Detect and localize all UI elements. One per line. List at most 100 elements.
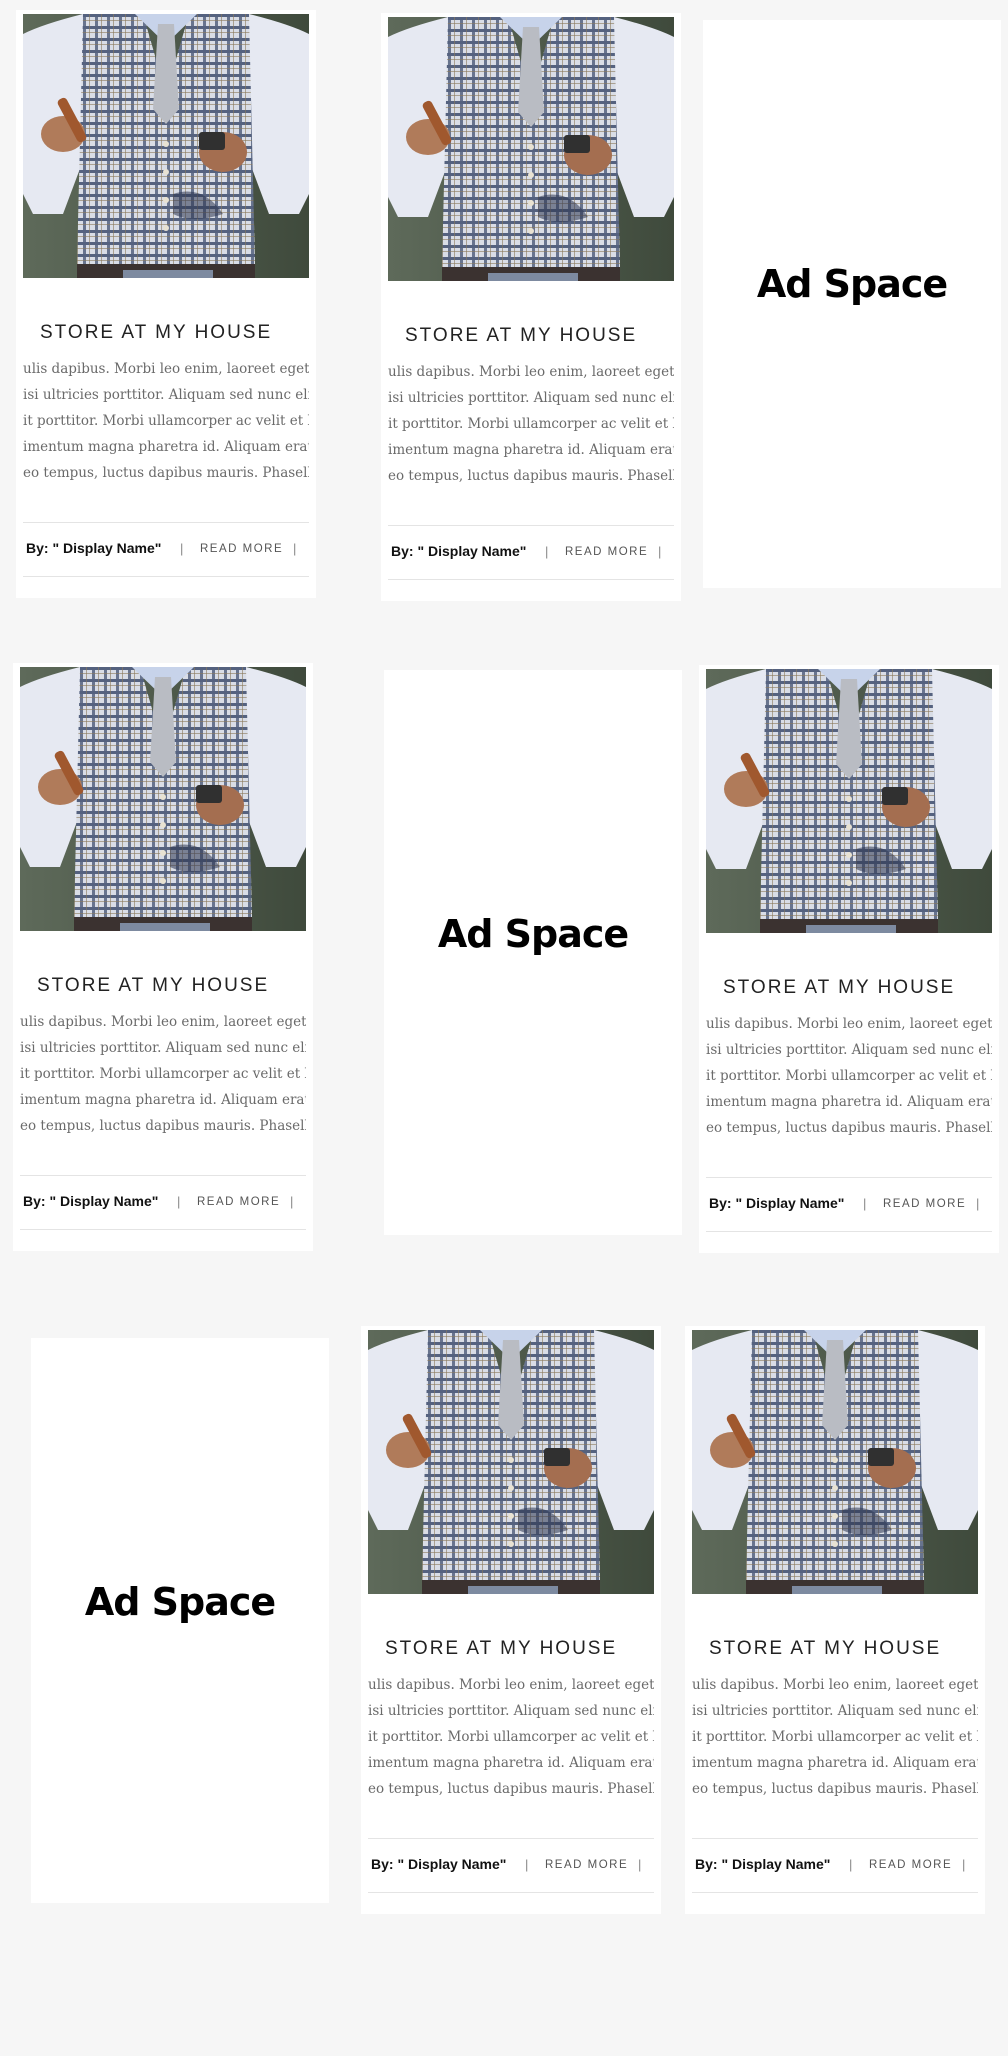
divider xyxy=(388,579,674,580)
post-title[interactable]: STORE AT MY HOUSE xyxy=(37,975,269,997)
excerpt-line: imentum magna pharetra id. Aliquam erat … xyxy=(368,1755,654,1771)
post-title[interactable]: STORE AT MY HOUSE xyxy=(405,325,637,347)
excerpt-line: it porttitor. Morbi ullamcorper ac velit… xyxy=(692,1729,978,1745)
read-more-link[interactable]: READ MORE xyxy=(545,1859,628,1871)
excerpt-line: it porttitor. Morbi ullamcorper ac velit… xyxy=(20,1066,306,1082)
post-excerpt: ulis dapibus. Morbi leo enim, laoreet eg… xyxy=(706,1011,992,1151)
post-card: STORE AT MY HOUSE ulis dapibus. Morbi le… xyxy=(685,1326,985,1914)
post-author: By: " Display Name" xyxy=(709,1195,845,1211)
post-title[interactable]: STORE AT MY HOUSE xyxy=(723,977,955,999)
ad-space-label: Ad Space xyxy=(437,912,629,956)
excerpt-line: it porttitor. Morbi ullamcorper ac velit… xyxy=(368,1729,654,1745)
post-thumbnail[interactable] xyxy=(706,669,992,933)
separator: | xyxy=(849,1857,853,1872)
excerpt-line: eo tempus, luctus dapibus mauris. Phasel… xyxy=(23,465,309,481)
photo-icon xyxy=(692,1330,978,1594)
excerpt-line: ulis dapibus. Morbi leo enim, laoreet eg… xyxy=(706,1016,992,1032)
divider xyxy=(23,576,309,577)
post-title[interactable]: STORE AT MY HOUSE xyxy=(709,1638,941,1660)
excerpt-line: ulis dapibus. Morbi leo enim, laoreet eg… xyxy=(23,361,309,377)
ad-space[interactable]: Ad Space xyxy=(384,670,682,1235)
excerpt-line: it porttitor. Morbi ullamcorper ac velit… xyxy=(388,416,674,432)
excerpt-line: ulis dapibus. Morbi leo enim, laoreet eg… xyxy=(20,1014,306,1030)
separator: | xyxy=(638,1857,642,1872)
photo-icon xyxy=(23,14,309,278)
post-excerpt: ulis dapibus. Morbi leo enim, laoreet eg… xyxy=(388,359,674,499)
post-excerpt: ulis dapibus. Morbi leo enim, laoreet eg… xyxy=(23,356,309,496)
post-thumbnail[interactable] xyxy=(20,667,306,931)
excerpt-line: it porttitor. Morbi ullamcorper ac velit… xyxy=(706,1068,992,1084)
excerpt-line: ulis dapibus. Morbi leo enim, laoreet eg… xyxy=(388,364,674,380)
post-title[interactable]: STORE AT MY HOUSE xyxy=(385,1638,617,1660)
photo-icon xyxy=(20,667,306,931)
read-more-link[interactable]: READ MORE xyxy=(565,546,648,558)
excerpt-line: imentum magna pharetra id. Aliquam erat … xyxy=(706,1094,992,1110)
excerpt-line: isi ultricies porttitor. Aliquam sed nun… xyxy=(20,1040,306,1056)
excerpt-line: isi ultricies porttitor. Aliquam sed nun… xyxy=(692,1703,978,1719)
post-excerpt: ulis dapibus. Morbi leo enim, laoreet eg… xyxy=(20,1009,306,1149)
excerpt-line: imentum magna pharetra id. Aliquam erat … xyxy=(20,1092,306,1108)
ad-space-label: Ad Space xyxy=(756,262,948,306)
post-thumbnail[interactable] xyxy=(692,1330,978,1594)
excerpt-line: imentum magna pharetra id. Aliquam erat … xyxy=(23,439,309,455)
photo-icon xyxy=(706,669,992,933)
ad-space-label: Ad Space xyxy=(84,1580,276,1624)
divider xyxy=(20,1175,306,1176)
post-card: STORE AT MY HOUSE ulis dapibus. Morbi le… xyxy=(16,10,316,598)
separator: | xyxy=(976,1196,980,1211)
post-author: By: " Display Name" xyxy=(371,1856,507,1872)
post-author: By: " Display Name" xyxy=(695,1856,831,1872)
photo-icon xyxy=(388,17,674,281)
excerpt-line: eo tempus, luctus dapibus mauris. Phasel… xyxy=(706,1120,992,1136)
excerpt-line: eo tempus, luctus dapibus mauris. Phasel… xyxy=(20,1118,306,1134)
read-more-link[interactable]: READ MORE xyxy=(869,1859,952,1871)
separator: | xyxy=(180,541,184,556)
post-author: By: " Display Name" xyxy=(23,1193,159,1209)
excerpt-line: it porttitor. Morbi ullamcorper ac velit… xyxy=(23,413,309,429)
read-more-link[interactable]: READ MORE xyxy=(200,543,283,555)
divider xyxy=(706,1231,992,1232)
excerpt-line: eo tempus, luctus dapibus mauris. Phasel… xyxy=(388,468,674,484)
read-more-link[interactable]: READ MORE xyxy=(883,1198,966,1210)
separator: | xyxy=(545,544,549,559)
excerpt-line: isi ultricies porttitor. Aliquam sed nun… xyxy=(368,1703,654,1719)
separator: | xyxy=(525,1857,529,1872)
divider xyxy=(20,1229,306,1230)
ad-space[interactable]: Ad Space xyxy=(703,20,1001,588)
separator: | xyxy=(293,541,297,556)
ad-space[interactable]: Ad Space xyxy=(31,1338,329,1903)
excerpt-line: isi ultricies porttitor. Aliquam sed nun… xyxy=(706,1042,992,1058)
post-card: STORE AT MY HOUSE ulis dapibus. Morbi le… xyxy=(13,663,313,1251)
excerpt-line: isi ultricies porttitor. Aliquam sed nun… xyxy=(388,390,674,406)
excerpt-line: imentum magna pharetra id. Aliquam erat … xyxy=(388,442,674,458)
divider xyxy=(368,1838,654,1839)
excerpt-line: imentum magna pharetra id. Aliquam erat … xyxy=(692,1755,978,1771)
post-author: By: " Display Name" xyxy=(391,543,527,559)
divider xyxy=(692,1892,978,1893)
post-thumbnail[interactable] xyxy=(23,14,309,278)
separator: | xyxy=(290,1194,294,1209)
divider xyxy=(388,525,674,526)
divider xyxy=(368,1892,654,1893)
post-card: STORE AT MY HOUSE ulis dapibus. Morbi le… xyxy=(361,1326,661,1914)
post-thumbnail[interactable] xyxy=(368,1330,654,1594)
excerpt-line: isi ultricies porttitor. Aliquam sed nun… xyxy=(23,387,309,403)
divider xyxy=(692,1838,978,1839)
divider xyxy=(23,522,309,523)
divider xyxy=(706,1177,992,1178)
post-thumbnail[interactable] xyxy=(388,17,674,281)
read-more-link[interactable]: READ MORE xyxy=(197,1196,280,1208)
separator: | xyxy=(863,1196,867,1211)
post-card: STORE AT MY HOUSE ulis dapibus. Morbi le… xyxy=(381,13,681,601)
post-author: By: " Display Name" xyxy=(26,540,162,556)
post-title[interactable]: STORE AT MY HOUSE xyxy=(40,322,272,344)
excerpt-line: ulis dapibus. Morbi leo enim, laoreet eg… xyxy=(692,1677,978,1693)
post-excerpt: ulis dapibus. Morbi leo enim, laoreet eg… xyxy=(368,1672,654,1812)
post-excerpt: ulis dapibus. Morbi leo enim, laoreet eg… xyxy=(692,1672,978,1812)
post-card: STORE AT MY HOUSE ulis dapibus. Morbi le… xyxy=(699,665,999,1253)
separator: | xyxy=(177,1194,181,1209)
excerpt-line: ulis dapibus. Morbi leo enim, laoreet eg… xyxy=(368,1677,654,1693)
excerpt-line: eo tempus, luctus dapibus mauris. Phasel… xyxy=(368,1781,654,1797)
excerpt-line: eo tempus, luctus dapibus mauris. Phasel… xyxy=(692,1781,978,1797)
separator: | xyxy=(658,544,662,559)
